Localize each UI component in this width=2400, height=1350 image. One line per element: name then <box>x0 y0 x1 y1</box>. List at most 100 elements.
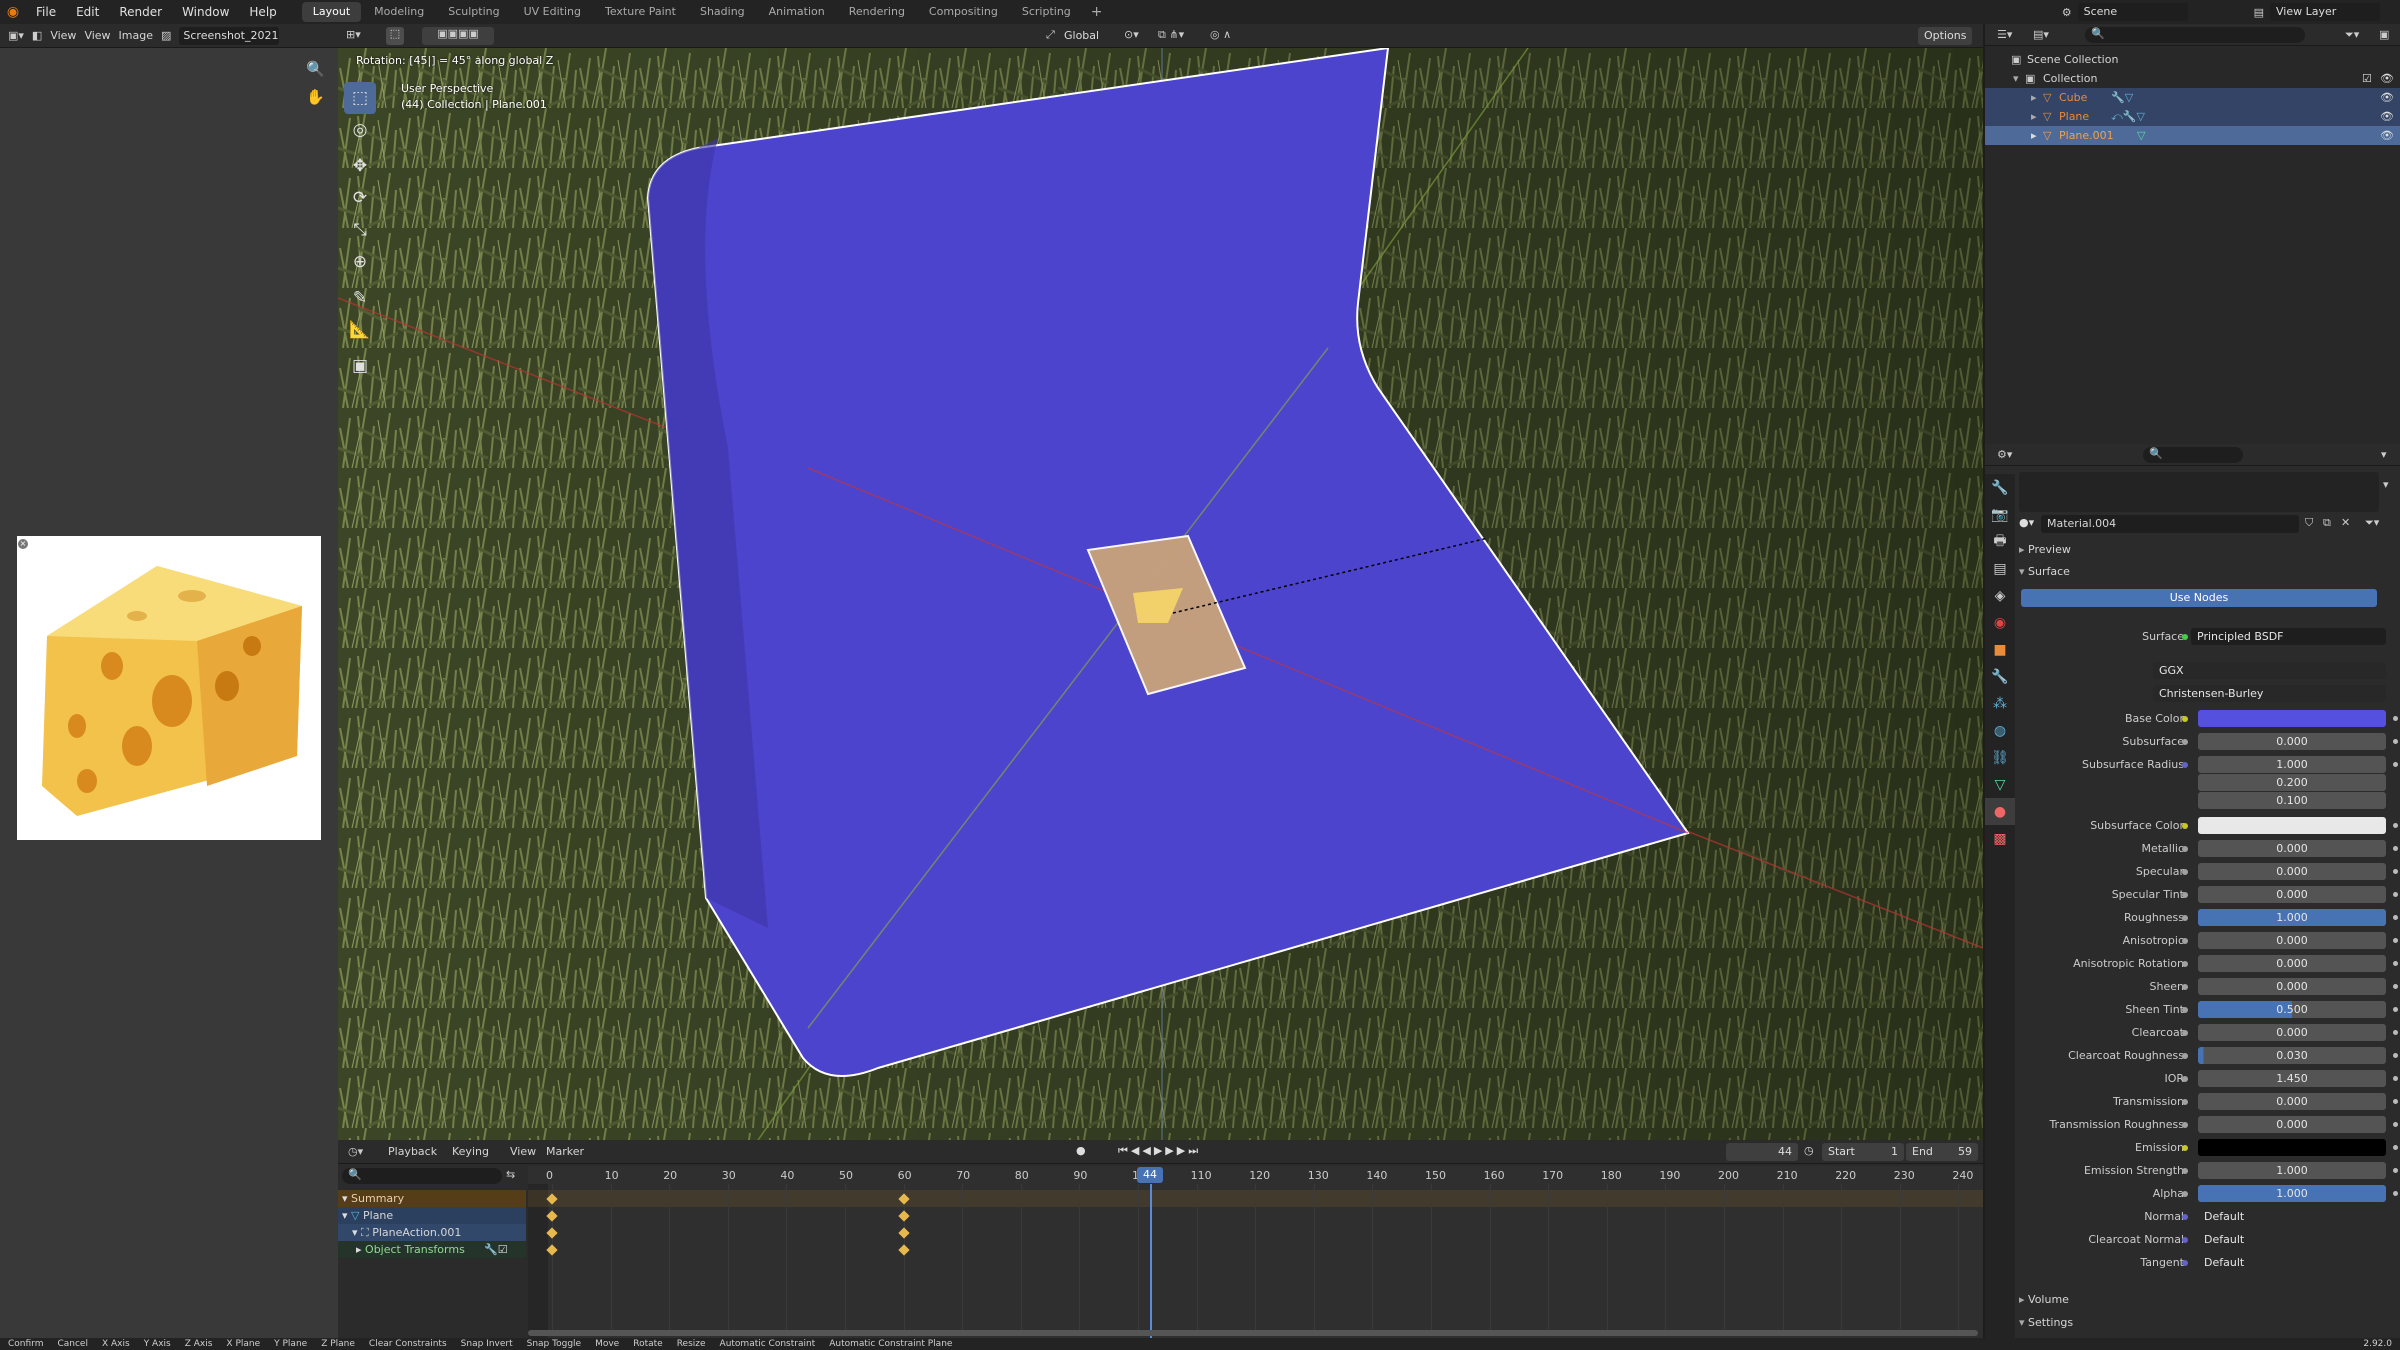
view-layer-icon[interactable]: ▤ <box>2248 6 2270 19</box>
texture-tab-icon[interactable]: ▩ <box>1985 825 2015 852</box>
prop-field[interactable]: 0.000 <box>2198 733 2386 750</box>
prop-field[interactable]: 0.100 <box>2198 792 2386 809</box>
view-menu-2[interactable]: View <box>84 29 110 42</box>
prop-field[interactable]: 0.000 <box>2198 1024 2386 1041</box>
socket-dot[interactable] <box>2182 1076 2188 1082</box>
keyframe-dot-icon[interactable] <box>2393 1145 2398 1150</box>
keyframe-marker[interactable] <box>546 1227 558 1239</box>
eye-icon[interactable]: 👁 <box>2380 88 2394 107</box>
prop-field[interactable]: 0.000 <box>2198 932 2386 949</box>
world-tab-icon[interactable]: ◉ <box>1985 609 2015 636</box>
outliner-item-cube[interactable]: ▸ ▽ Cube 🔧▽ 👁 <box>1985 88 2400 107</box>
prop-field[interactable] <box>2198 710 2386 727</box>
outliner-editor-icon[interactable]: ☰▾ <box>1997 28 2012 41</box>
editor-type-3d-icon[interactable]: ⊞▾ <box>346 28 361 41</box>
keyframe-dot-icon[interactable] <box>2393 1053 2398 1058</box>
view-menu[interactable]: View <box>50 29 76 42</box>
socket-dot[interactable] <box>2182 1007 2188 1013</box>
prop-field[interactable]: 0.000 <box>2198 886 2386 903</box>
select-box-icon[interactable]: ⬚ <box>386 27 404 45</box>
outliner-item-plane[interactable]: ▸ ▽ Plane ⤺🔧▽ 👁 <box>1985 107 2400 126</box>
orientation-dropdown[interactable]: Global <box>1064 29 1099 42</box>
tool-tab-icon[interactable]: 🔧 <box>1985 474 2015 501</box>
keyframe-marker[interactable] <box>897 1244 910 1256</box>
socket-dot[interactable] <box>2182 892 2188 898</box>
annotate-tool-icon[interactable]: ✎ <box>344 282 376 314</box>
socket-dot[interactable] <box>2182 869 2188 875</box>
keyframe-dot-icon[interactable] <box>2393 1099 2398 1104</box>
menu-render[interactable]: Render <box>109 0 172 24</box>
socket-dot[interactable] <box>2182 739 2188 745</box>
keyframe-dot-icon[interactable] <box>2393 1122 2398 1127</box>
blender-logo-icon[interactable]: ◉ <box>0 4 26 20</box>
current-frame-field[interactable]: 44 <box>1726 1143 1798 1161</box>
zoom-icon[interactable]: 🔍 <box>306 60 325 78</box>
socket-dot[interactable] <box>2182 1145 2188 1151</box>
material-slot-list[interactable] <box>2019 472 2379 512</box>
keyframe-dot-icon[interactable] <box>2393 938 2398 943</box>
use-nodes-button[interactable]: Use Nodes <box>2021 589 2377 607</box>
keyframe-dot-icon[interactable] <box>2393 739 2398 744</box>
tab-layout[interactable]: Layout <box>301 2 362 22</box>
transform-tool-icon[interactable]: ⊕ <box>344 246 376 278</box>
socket-dot[interactable] <box>2182 1191 2188 1197</box>
scale-tool-icon[interactable]: ⤡ <box>344 214 376 246</box>
rotate-tool-icon[interactable]: ⟳ <box>344 182 376 214</box>
keyframe-dot-icon[interactable] <box>2393 1076 2398 1081</box>
menu-file[interactable]: File <box>26 0 66 24</box>
subsurface-method-dropdown[interactable]: Christensen-Burley <box>2153 685 2386 702</box>
prop-field[interactable]: 0.500 <box>2198 1001 2386 1018</box>
keyframe-dot-icon[interactable] <box>2393 869 2398 874</box>
socket-dot[interactable] <box>2182 823 2188 829</box>
prop-field[interactable]: 0.000 <box>2198 955 2386 972</box>
new-collection-icon[interactable]: ▣ <box>2379 28 2389 41</box>
output-tab-icon[interactable]: 🖶 <box>1985 528 2015 555</box>
socket-dot[interactable] <box>2182 1260 2188 1266</box>
material-name-field[interactable]: Material.004 <box>2041 515 2299 533</box>
view-mode-icon[interactable]: ◧ <box>32 29 42 42</box>
editor-type-icon[interactable]: ▣▾ <box>8 29 24 42</box>
move-tool-icon[interactable]: ✥ <box>344 150 376 182</box>
socket-dot[interactable] <box>2182 762 2188 768</box>
timeline-scrollbar[interactable] <box>528 1330 1978 1336</box>
prop-field[interactable]: 0.000 <box>2198 1093 2386 1110</box>
image-browse-icon[interactable]: ▨ <box>161 29 171 42</box>
menu-help[interactable]: Help <box>239 0 286 24</box>
prop-field[interactable]: Default <box>2198 1254 2386 1271</box>
prop-field[interactable]: 1.000 <box>2198 1185 2386 1202</box>
prop-field[interactable]: 0.000 <box>2198 863 2386 880</box>
properties-editor-icon[interactable]: ⚙▾ <box>1997 448 2012 461</box>
tab-compositing[interactable]: Compositing <box>918 2 1009 22</box>
physics-tab-icon[interactable]: ◍ <box>1985 717 2015 744</box>
distribution-dropdown[interactable]: GGX <box>2153 662 2386 679</box>
settings-panel[interactable]: ▾ Settings <box>2019 1316 2389 1334</box>
scene-field[interactable]: Scene <box>2077 3 2188 21</box>
select-tool-icon[interactable]: ⬚ <box>344 82 376 114</box>
slot-list-expand-icon[interactable]: ▾ <box>2383 478 2389 491</box>
timeline-editor-icon[interactable]: ◷▾ <box>348 1145 363 1158</box>
particles-tab-icon[interactable]: ⁂ <box>1985 690 2015 717</box>
socket-dot[interactable] <box>2182 1168 2188 1174</box>
prop-field[interactable]: 0.200 <box>2198 774 2386 791</box>
menu-edit[interactable]: Edit <box>66 0 109 24</box>
keyframe-marker[interactable] <box>897 1210 910 1222</box>
socket-dot[interactable] <box>2182 1053 2188 1059</box>
scene-icon[interactable]: ⚙ <box>2056 6 2078 19</box>
keyframe-marker[interactable] <box>546 1210 558 1222</box>
tab-sculpting[interactable]: Sculpting <box>437 2 510 22</box>
keyframe-dot-icon[interactable] <box>2393 1030 2398 1035</box>
keyframe-marker[interactable] <box>897 1227 910 1239</box>
volume-panel[interactable]: ▸ Volume <box>2019 1293 2389 1311</box>
image-menu[interactable]: Image <box>119 29 153 42</box>
channel-search[interactable]: 🔍 <box>342 1168 502 1184</box>
preview-panel[interactable]: ▸ Preview <box>2019 543 2389 561</box>
keyframe-dot-icon[interactable] <box>2393 961 2398 966</box>
end-frame-field[interactable]: End 59 <box>1906 1143 1978 1161</box>
display-mode-icon[interactable]: ▤▾ <box>2033 28 2049 41</box>
eye-icon[interactable]: 👁 <box>2380 69 2394 88</box>
outliner-search[interactable]: 🔍 <box>2085 27 2305 43</box>
keyframe-dot-icon[interactable] <box>2393 915 2398 920</box>
tab-modeling[interactable]: Modeling <box>363 2 435 22</box>
modifier-tab-icon[interactable]: 🔧 <box>1985 663 2015 690</box>
socket-dot[interactable] <box>2182 938 2188 944</box>
